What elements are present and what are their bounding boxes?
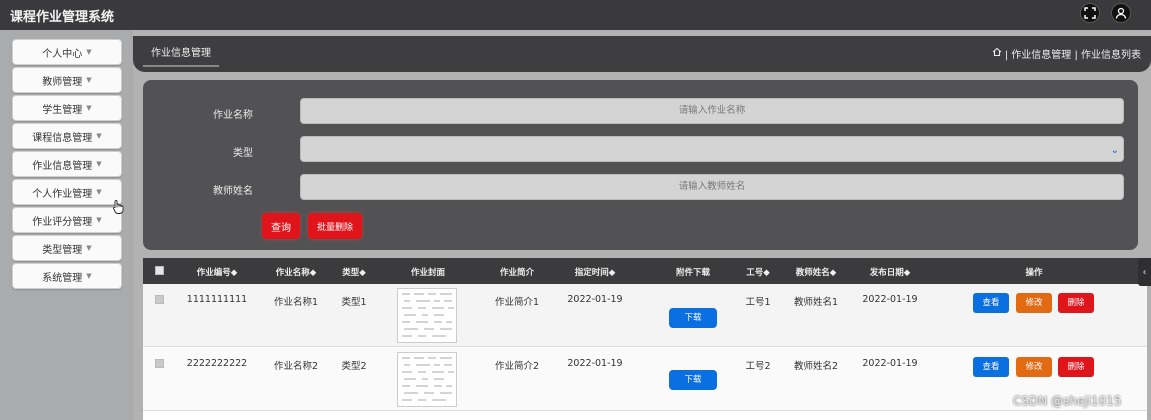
view-button[interactable]: 查看 bbox=[973, 357, 1009, 377]
collapse-handle[interactable]: ‹ bbox=[1138, 258, 1151, 286]
breadcrumb-text[interactable]: | 作业信息管理 | 作业信息列表 bbox=[1005, 46, 1141, 61]
homework-name-label: 作业名称 bbox=[213, 110, 253, 121]
sidebar-item-teacher-mgmt[interactable]: 教师管理 ▼ bbox=[12, 67, 122, 93]
sidebar-item-label: 作业评分管理 bbox=[32, 216, 93, 228]
teacher-name-label: 教师姓名 bbox=[213, 186, 253, 197]
caret-down-icon: ▼ bbox=[96, 160, 102, 168]
caret-down-icon: ▼ bbox=[86, 104, 92, 112]
cell-homework-id: 2222222222 bbox=[186, 358, 248, 369]
cell-intro: 作业简介2 bbox=[494, 361, 540, 372]
sidebar-item-personal-homework-mgmt[interactable]: 个人作业管理 ▼ bbox=[12, 179, 122, 205]
batch-delete-button[interactable]: 批量删除 bbox=[308, 213, 362, 239]
app-title: 课程作业管理系统 bbox=[10, 10, 115, 25]
cell-teacher-name: 教师姓名1 bbox=[793, 297, 839, 308]
col-type[interactable]: 类型◆ bbox=[342, 266, 366, 278]
breadcrumb: | 作业信息管理 | 作业信息列表 bbox=[992, 46, 1141, 61]
cell-publish-date: 2022-01-19 bbox=[862, 358, 918, 369]
caret-down-icon: ▼ bbox=[96, 188, 102, 196]
col-teacher-name[interactable]: 教师姓名◆ bbox=[796, 266, 837, 278]
col-actions: 操作 bbox=[1025, 268, 1043, 278]
cell-assigned-time: 2022-01-19 bbox=[567, 358, 623, 369]
sidebar-item-personal-center[interactable]: 个人中心 ▼ bbox=[12, 39, 122, 65]
edit-button[interactable]: 修改 bbox=[1016, 293, 1052, 313]
select-all-checkbox[interactable] bbox=[155, 266, 164, 275]
page-header: 作业信息管理 | 作业信息管理 | 作业信息列表 bbox=[133, 36, 1151, 72]
col-homework-id[interactable]: 作业编号◆ bbox=[197, 266, 238, 278]
chevron-left-icon: ‹ bbox=[1142, 266, 1147, 278]
user-icon[interactable] bbox=[1111, 3, 1131, 23]
row-checkbox[interactable] bbox=[155, 359, 164, 368]
caret-down-icon: ▼ bbox=[96, 132, 102, 140]
col-assigned-time[interactable]: 指定时间◆ bbox=[575, 266, 616, 278]
table-row: 1111111111 作业名称1 类型1 作业简介1 2022-01-19 下载… bbox=[143, 284, 1147, 347]
sidebar-item-label: 学生管理 bbox=[42, 104, 83, 116]
cell-job-no: 工号1 bbox=[745, 297, 771, 308]
homework-table: 作业编号◆ 作业名称◆ 类型◆ 作业封面 作业简介 指定时间◆ 附件下载 工号◆… bbox=[143, 258, 1147, 420]
download-button[interactable]: 下载 bbox=[669, 308, 717, 328]
cell-intro: 作业简介1 bbox=[494, 297, 540, 308]
main-content: 作业信息管理 | 作业信息管理 | 作业信息列表 作业名称 请输入作业名称 类型… bbox=[133, 30, 1151, 420]
sidebar-item-system-mgmt[interactable]: 系统管理 ▼ bbox=[12, 263, 122, 289]
cell-homework-name: 作业名称2 bbox=[273, 361, 319, 372]
sidebar-item-label: 个人作业管理 bbox=[32, 188, 93, 200]
query-button[interactable]: 查询 bbox=[262, 213, 300, 239]
col-homework-name[interactable]: 作业名称◆ bbox=[276, 266, 317, 278]
sidebar: 个人中心 ▼ 教师管理 ▼ 学生管理 ▼ 课程信息管理 ▼ 作业信息管理 ▼ 个人作业管理… bbox=[0, 30, 133, 420]
cell-publish-date: 2022-01-19 bbox=[862, 294, 918, 305]
sidebar-item-course-mgmt[interactable]: 课程信息管理 ▼ bbox=[12, 123, 122, 149]
col-cover: 作业封面 bbox=[410, 268, 446, 278]
edit-button[interactable]: 修改 bbox=[1016, 357, 1052, 377]
cover-thumbnail bbox=[397, 352, 457, 407]
sidebar-item-label: 教师管理 bbox=[42, 76, 83, 88]
type-select[interactable]: ⌄ bbox=[300, 136, 1124, 162]
homework-name-input[interactable]: 请输入作业名称 bbox=[300, 98, 1124, 124]
col-attachment: 附件下载 bbox=[675, 268, 711, 278]
home-icon[interactable] bbox=[992, 47, 1002, 60]
top-bar: 课程作业管理系统 bbox=[0, 0, 1151, 30]
cover-thumbnail bbox=[397, 288, 457, 343]
table-header: 作业编号◆ 作业名称◆ 类型◆ 作业封面 作业简介 指定时间◆ 附件下载 工号◆… bbox=[143, 258, 1147, 284]
col-publish-date[interactable]: 发布日期◆ bbox=[870, 266, 911, 278]
sidebar-item-homework-info-mgmt[interactable]: 作业信息管理 ▼ bbox=[12, 151, 122, 177]
sidebar-item-label: 类型管理 bbox=[42, 244, 83, 256]
view-button[interactable]: 查看 bbox=[973, 293, 1009, 313]
type-label: 类型 bbox=[233, 148, 253, 159]
cell-assigned-time: 2022-01-19 bbox=[567, 294, 623, 305]
sidebar-item-grading-mgmt[interactable]: 作业评分管理 ▼ bbox=[12, 207, 122, 233]
col-job-no[interactable]: 工号◆ bbox=[746, 266, 770, 278]
caret-down-icon: ▼ bbox=[86, 76, 92, 84]
sidebar-item-student-mgmt[interactable]: 学生管理 ▼ bbox=[12, 95, 122, 121]
cell-job-no: 工号2 bbox=[745, 361, 771, 372]
caret-down-icon: ▼ bbox=[86, 244, 92, 252]
cell-homework-id: 1111111111 bbox=[186, 294, 248, 305]
sidebar-item-label: 系统管理 bbox=[42, 272, 83, 284]
table-row: 2222222222 作业名称2 类型2 作业简介2 2022-01-19 下载… bbox=[143, 348, 1147, 411]
search-panel: 作业名称 请输入作业名称 类型 ⌄ 教师姓名 请输入教师姓名 查询 批量删除 bbox=[143, 80, 1138, 250]
col-intro: 作业简介 bbox=[499, 268, 535, 278]
cell-type: 类型1 bbox=[341, 297, 367, 308]
delete-button[interactable]: 删除 bbox=[1058, 293, 1094, 313]
page-title: 作业信息管理 bbox=[143, 43, 219, 67]
sidebar-item-label: 课程信息管理 bbox=[32, 132, 93, 144]
chevron-down-icon: ⌄ bbox=[1110, 145, 1119, 156]
teacher-name-input[interactable]: 请输入教师姓名 bbox=[300, 174, 1124, 200]
sidebar-item-label: 作业信息管理 bbox=[32, 160, 93, 172]
row-checkbox[interactable] bbox=[155, 295, 164, 304]
caret-down-icon: ▼ bbox=[86, 48, 92, 56]
delete-button[interactable]: 删除 bbox=[1058, 357, 1094, 377]
cell-type: 类型2 bbox=[341, 361, 367, 372]
cell-homework-name: 作业名称1 bbox=[273, 297, 319, 308]
caret-down-icon: ▼ bbox=[86, 272, 92, 280]
cell-teacher-name: 教师姓名2 bbox=[793, 361, 839, 372]
mouse-cursor-icon bbox=[112, 200, 124, 217]
caret-down-icon: ▼ bbox=[96, 216, 102, 224]
fullscreen-icon[interactable] bbox=[1080, 3, 1100, 23]
sidebar-item-label: 个人中心 bbox=[42, 48, 83, 60]
download-button[interactable]: 下载 bbox=[669, 370, 717, 390]
sidebar-item-type-mgmt[interactable]: 类型管理 ▼ bbox=[12, 235, 122, 261]
watermark: CSDN @sheji1015 bbox=[1013, 394, 1122, 408]
